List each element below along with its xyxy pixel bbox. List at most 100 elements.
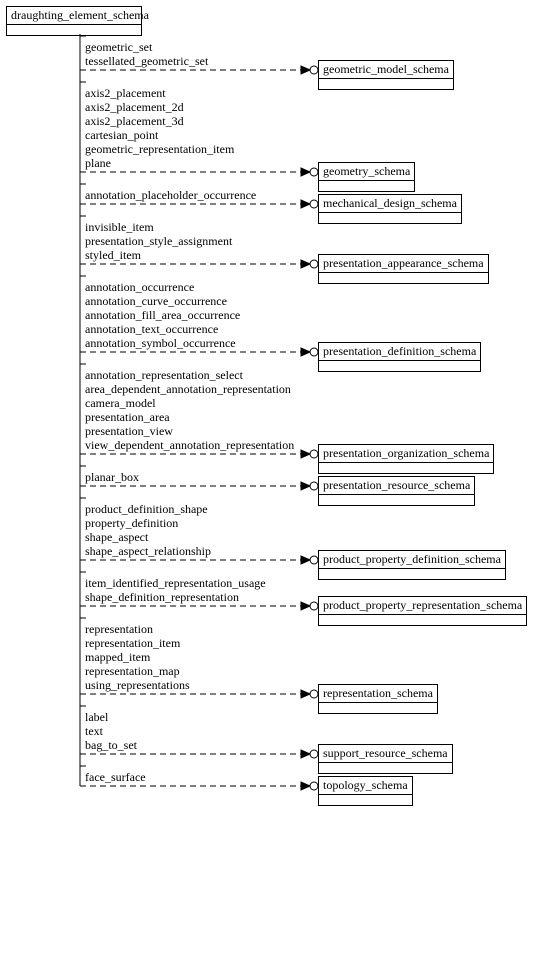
dependency-endpoint-circle	[310, 782, 318, 790]
target-schema-title: support_resource_schema	[319, 745, 452, 763]
target-schema-box: product_property_representation_schema	[318, 596, 527, 626]
dependency-arrowhead	[301, 450, 310, 458]
target-schema-title: topology_schema	[319, 777, 412, 795]
import-item-label: annotation_symbol_occurrence	[85, 336, 240, 350]
import-item-label: presentation_view	[85, 424, 294, 438]
target-schema-box: support_resource_schema	[318, 744, 453, 774]
dependency-endpoint-circle	[310, 66, 318, 74]
dependency-arrowhead	[301, 750, 310, 758]
dependency-endpoint-circle	[310, 482, 318, 490]
target-schema-title: geometry_schema	[319, 163, 414, 181]
target-schema-title: product_property_representation_schema	[319, 597, 526, 615]
target-schema-body	[319, 361, 480, 371]
target-schema-body	[319, 181, 414, 191]
import-item-label: bag_to_set	[85, 738, 137, 752]
dependency-endpoint-circle	[310, 348, 318, 356]
import-item-label: camera_model	[85, 396, 294, 410]
import-item-label: using_representations	[85, 678, 190, 692]
import-item-label: representation	[85, 622, 190, 636]
import-item-label: text	[85, 724, 137, 738]
import-items: labeltextbag_to_set	[85, 710, 137, 752]
import-item-label: representation_item	[85, 636, 190, 650]
target-schema-box: presentation_organization_schema	[318, 444, 494, 474]
dependency-arrowhead	[301, 168, 310, 176]
import-items: face_surface	[85, 770, 146, 784]
dependency-arrowhead	[301, 482, 310, 490]
target-schema-title: presentation_appearance_schema	[319, 255, 488, 273]
import-item-label: view_dependent_annotation_representation	[85, 438, 294, 452]
target-schema-body	[319, 213, 461, 223]
import-item-label: plane	[85, 156, 234, 170]
target-schema-box: presentation_resource_schema	[318, 476, 475, 506]
target-schema-body	[319, 615, 526, 625]
import-item-label: presentation_style_assignment	[85, 234, 232, 248]
import-item-label: face_surface	[85, 770, 146, 784]
target-schema-box: mechanical_design_schema	[318, 194, 462, 224]
target-schema-box: representation_schema	[318, 684, 438, 714]
import-items: axis2_placementaxis2_placement_2daxis2_p…	[85, 86, 234, 170]
dependency-endpoint-circle	[310, 200, 318, 208]
target-schema-title: representation_schema	[319, 685, 437, 703]
target-schema-box: geometric_model_schema	[318, 60, 454, 90]
import-items: annotation_occurrenceannotation_curve_oc…	[85, 280, 240, 350]
import-item-label: annotation_fill_area_occurrence	[85, 308, 240, 322]
dependency-arrowhead	[301, 782, 310, 790]
target-schema-body	[319, 79, 453, 89]
import-items: product_definition_shapeproperty_definit…	[85, 502, 211, 558]
source-schema-title: draughting_element_schema	[7, 7, 141, 25]
import-items: item_identified_representation_usageshap…	[85, 576, 266, 604]
target-schema-title: geometric_model_schema	[319, 61, 453, 79]
import-item-label: cartesian_point	[85, 128, 234, 142]
dependency-arrowhead	[301, 348, 310, 356]
target-schema-title: presentation_definition_schema	[319, 343, 480, 361]
source-schema-box: draughting_element_schema	[6, 6, 142, 36]
target-schema-box: geometry_schema	[318, 162, 415, 192]
target-schema-body	[319, 703, 437, 713]
import-items: invisible_itempresentation_style_assignm…	[85, 220, 232, 262]
import-item-label: representation_map	[85, 664, 190, 678]
import-item-label: axis2_placement	[85, 86, 234, 100]
target-schema-title: mechanical_design_schema	[319, 195, 461, 213]
import-item-label: area_dependent_annotation_representation	[85, 382, 294, 396]
dependency-endpoint-circle	[310, 260, 318, 268]
target-schema-body	[319, 495, 474, 505]
target-schema-box: presentation_appearance_schema	[318, 254, 489, 284]
import-items: geometric_settessellated_geometric_set	[85, 40, 208, 68]
import-item-label: shape_definition_representation	[85, 590, 266, 604]
import-item-label: styled_item	[85, 248, 232, 262]
import-item-label: invisible_item	[85, 220, 232, 234]
import-item-label: annotation_text_occurrence	[85, 322, 240, 336]
dependency-arrowhead	[301, 556, 310, 564]
diagram-canvas: draughting_element_schema geometric_sett…	[0, 0, 534, 963]
dependency-arrowhead	[301, 66, 310, 74]
target-schema-box: presentation_definition_schema	[318, 342, 481, 372]
dependency-endpoint-circle	[310, 556, 318, 564]
import-item-label: geometric_set	[85, 40, 208, 54]
dependency-endpoint-circle	[310, 168, 318, 176]
dependency-endpoint-circle	[310, 750, 318, 758]
dependency-arrowhead	[301, 200, 310, 208]
dependency-endpoint-circle	[310, 450, 318, 458]
dependency-arrowhead	[301, 602, 310, 610]
target-schema-body	[319, 569, 505, 579]
import-items: annotation_placeholder_occurrence	[85, 188, 256, 202]
import-item-label: shape_aspect	[85, 530, 211, 544]
import-item-label: annotation_curve_occurrence	[85, 294, 240, 308]
target-schema-title: product_property_definition_schema	[319, 551, 505, 569]
dependency-arrowhead	[301, 260, 310, 268]
target-schema-body	[319, 795, 412, 805]
target-schema-box: product_property_definition_schema	[318, 550, 506, 580]
import-item-label: property_definition	[85, 516, 211, 530]
import-item-label: axis2_placement_2d	[85, 100, 234, 114]
target-schema-body	[319, 463, 493, 473]
source-schema-body	[7, 25, 141, 35]
import-item-label: axis2_placement_3d	[85, 114, 234, 128]
import-item-label: planar_box	[85, 470, 139, 484]
target-schema-title: presentation_organization_schema	[319, 445, 493, 463]
import-item-label: product_definition_shape	[85, 502, 211, 516]
import-item-label: geometric_representation_item	[85, 142, 234, 156]
dependency-endpoint-circle	[310, 602, 318, 610]
dependency-endpoint-circle	[310, 690, 318, 698]
import-item-label: tessellated_geometric_set	[85, 54, 208, 68]
dependency-arrowhead	[301, 690, 310, 698]
